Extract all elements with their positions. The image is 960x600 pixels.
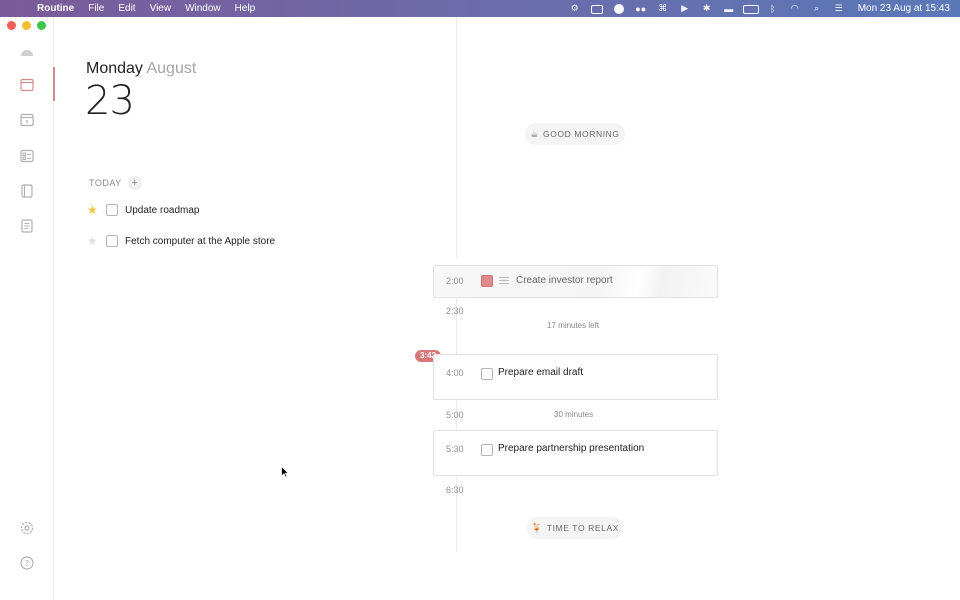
- command-status-icon[interactable]: ⌘: [652, 3, 674, 14]
- good-morning-pill: ☕ GOOD MORNING: [525, 123, 625, 145]
- event-label: Create investor report: [516, 275, 613, 286]
- day-name: Monday: [86, 60, 143, 77]
- notebook-icon[interactable]: [19, 183, 35, 199]
- menu-file[interactable]: File: [81, 3, 111, 14]
- play-status-icon[interactable]: ▶: [674, 3, 696, 14]
- glasses-status-icon[interactable]: ●●: [630, 4, 652, 14]
- add-task-button[interactable]: +: [127, 176, 142, 190]
- task-item[interactable]: ★ Fetch computer at the Apple store: [87, 235, 275, 247]
- task-label: Update roadmap: [125, 204, 200, 216]
- star-icon[interactable]: ★: [87, 235, 99, 247]
- menu-window[interactable]: Window: [178, 3, 228, 14]
- sidebar: ?: [0, 17, 54, 600]
- event-start-time: 2:00: [446, 276, 464, 286]
- flag-us-icon[interactable]: ▬: [718, 4, 740, 14]
- task-checkbox[interactable]: [106, 204, 118, 216]
- event-label: Prepare partnership presentation: [498, 443, 645, 454]
- menu-help[interactable]: Help: [228, 3, 263, 14]
- notes-lines-icon: [499, 277, 509, 286]
- task-label: Fetch computer at the Apple store: [125, 235, 276, 247]
- gear-status-icon[interactable]: ⚙: [564, 3, 586, 14]
- control-center-icon[interactable]: ☰: [828, 3, 850, 14]
- today-section-header: TODAY +: [89, 176, 142, 190]
- menu-edit[interactable]: Edit: [111, 3, 142, 14]
- event-checkbox[interactable]: [481, 444, 493, 456]
- bluetooth-alt-status-icon[interactable]: ✱: [696, 3, 718, 14]
- event-end-time: 5:00: [446, 410, 464, 420]
- task-item[interactable]: ★ Update roadmap: [87, 204, 200, 216]
- event-label: Prepare email draft: [498, 367, 584, 378]
- help-icon[interactable]: ?: [19, 555, 35, 571]
- time-to-relax-pill: 🍹 TIME TO RELAX: [527, 517, 623, 539]
- timeline-line: [456, 297, 457, 552]
- sunrise-icon[interactable]: [19, 45, 35, 61]
- menubar-clock[interactable]: Mon 23 Aug at 15:43: [850, 3, 950, 14]
- system-menubar: Routine File Edit View Window Help ⚙ ●● …: [0, 0, 960, 17]
- event-end-time: 6:30: [446, 485, 464, 495]
- date-header: Monday August: [86, 60, 196, 78]
- event-end-time: 2:30: [446, 306, 464, 316]
- today-label: TODAY: [89, 178, 122, 188]
- time-to-relax-label: TIME TO RELAX: [546, 523, 619, 533]
- bluetooth-icon[interactable]: ᛒ: [762, 4, 784, 14]
- svg-text:?: ?: [25, 559, 29, 568]
- sidebar-active-indicator: [53, 67, 55, 101]
- event-start-time: 5:30: [446, 444, 464, 454]
- menu-app-name[interactable]: Routine: [30, 3, 81, 14]
- good-morning-label: GOOD MORNING: [543, 129, 620, 139]
- star-icon[interactable]: ★: [87, 204, 99, 216]
- event-start-time: 4:00: [446, 368, 464, 378]
- menu-view[interactable]: View: [143, 3, 179, 14]
- calendar-day-icon[interactable]: [19, 77, 35, 93]
- timeline-divider: [456, 17, 457, 257]
- search-icon[interactable]: ⌕: [806, 3, 828, 14]
- cocktail-icon: 🍹: [530, 522, 543, 533]
- coffee-icon: ☕: [530, 128, 540, 139]
- time-remaining-label: 17 minutes left: [547, 321, 600, 330]
- app-window: ? Monday August 23 TODAY + ★ Update road…: [0, 17, 960, 600]
- mouse-cursor-icon: [281, 466, 289, 478]
- keyboard-status-icon[interactable]: [586, 3, 608, 14]
- wifi-icon[interactable]: ◠: [784, 3, 806, 14]
- month-name: August: [146, 60, 197, 77]
- task-checkbox[interactable]: [106, 235, 118, 247]
- record-status-icon[interactable]: [608, 3, 630, 14]
- battery-icon[interactable]: [740, 3, 762, 14]
- calendar-week-icon[interactable]: [19, 112, 35, 128]
- day-number: 23: [85, 78, 135, 124]
- event-checkbox[interactable]: [481, 368, 493, 380]
- settings-gear-icon[interactable]: [19, 520, 35, 536]
- checklist-icon[interactable]: [19, 148, 35, 164]
- notes-icon[interactable]: [19, 218, 35, 234]
- gap-duration-label: 30 minutes: [554, 410, 594, 419]
- event-color-swatch[interactable]: [481, 275, 493, 287]
